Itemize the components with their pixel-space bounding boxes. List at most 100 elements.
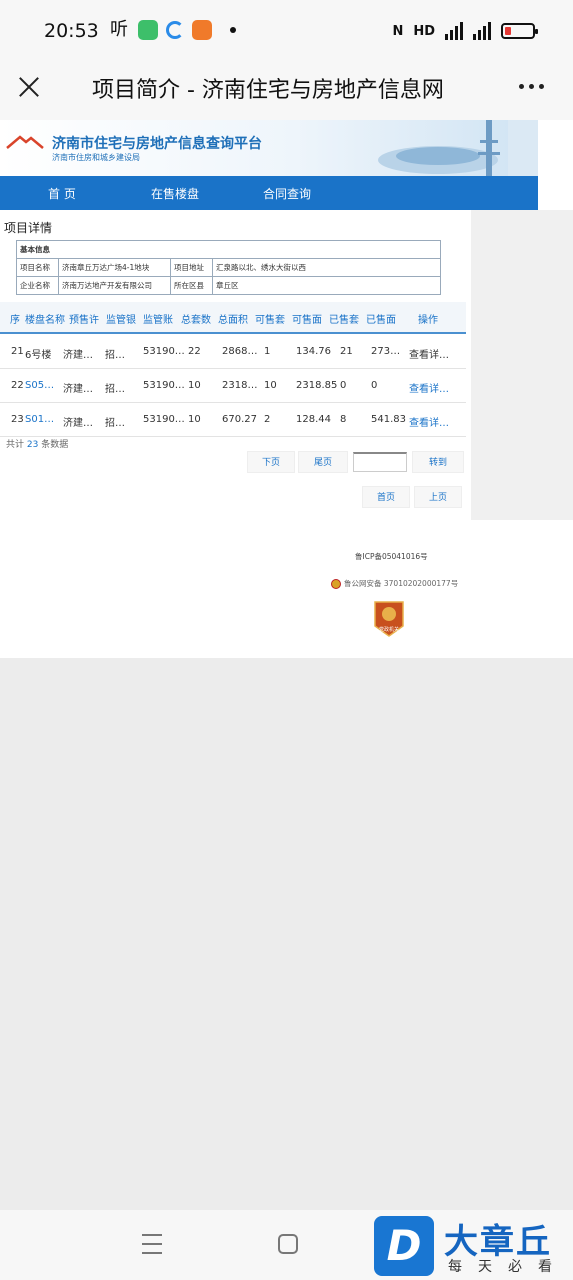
col-available-units: 可售套 xyxy=(255,315,285,326)
close-icon[interactable] xyxy=(14,72,44,102)
col-building-name: 楼盘名称 xyxy=(25,315,65,326)
site-nav: 首 页 在售楼盘 合同查询 xyxy=(0,176,538,210)
notification-icons: 听 xyxy=(108,20,236,40)
col-bank: 监管银 xyxy=(106,315,136,326)
project-address-value: 汇泉路以北、绣水大街以西 xyxy=(212,258,441,277)
cell-total-units: 10 xyxy=(188,380,201,391)
menu-icon[interactable] xyxy=(142,1234,162,1254)
cell-index: 23 xyxy=(11,414,24,425)
cell-total-area: 2318… xyxy=(222,380,258,391)
cell-bank: 招… xyxy=(105,384,125,395)
cell-building-name: 6号楼 xyxy=(25,350,52,361)
cell-sold-units: 21 xyxy=(340,346,353,357)
prev-page-button[interactable]: 上页 xyxy=(414,486,462,508)
cell-available-area: 134.76 xyxy=(296,346,331,357)
project-name-label: 项目名称 xyxy=(16,258,59,277)
col-total-area: 总面积 xyxy=(218,315,248,326)
page-right-margin xyxy=(471,210,573,520)
table-row: 22 S05… 济建… 招… 53190… 10 2318… 10 2318.8… xyxy=(0,369,466,403)
col-available-area: 可售面 xyxy=(292,315,322,326)
cell-available-units: 2 xyxy=(264,414,271,425)
battery-icon xyxy=(501,23,538,39)
last-page-button[interactable]: 尾页 xyxy=(298,451,348,473)
more-options-icon[interactable] xyxy=(519,76,547,96)
cell-sold-units: 8 xyxy=(340,414,347,425)
signal-2-icon xyxy=(473,22,491,40)
first-page-button[interactable]: 首页 xyxy=(362,486,410,508)
col-sold-units: 已售套 xyxy=(329,315,359,326)
cell-sold-area: 0 xyxy=(371,380,378,391)
company-name-value: 济南万达地产开发有限公司 xyxy=(58,276,171,295)
project-name-value: 济南章丘万达广场4-1地块 xyxy=(58,258,171,277)
nfc-icon: N xyxy=(392,23,404,39)
cell-index: 22 xyxy=(11,380,24,391)
view-detail-link[interactable]: 查看详… xyxy=(409,414,449,429)
basic-info-table: 基本信息 项目名称 济南章丘万达广场4-1地块 项目地址 汇泉路以北、绣水大街以… xyxy=(16,240,441,295)
signal-1-icon xyxy=(445,22,463,40)
cell-total-units: 10 xyxy=(188,414,201,425)
cell-available-area: 2318.85 xyxy=(296,380,338,391)
district-label: 所在区县 xyxy=(170,276,213,295)
total-count: 23 xyxy=(26,440,39,450)
total-suffix: 条数据 xyxy=(41,440,69,450)
ting-app-icon: 听 xyxy=(110,19,128,40)
project-address-label: 项目地址 xyxy=(170,258,213,277)
cell-available-units: 10 xyxy=(264,380,277,391)
hd-icon: HD xyxy=(413,23,435,39)
cell-total-units: 22 xyxy=(188,346,201,357)
status-time: 20:53 xyxy=(44,20,99,42)
cell-account: 53190… xyxy=(143,346,185,357)
page-jump-input[interactable] xyxy=(353,452,407,472)
cell-presale-permit: 济建… xyxy=(63,384,93,395)
police-emblem-icon xyxy=(331,578,341,589)
police-record-text: 鲁公网安备 37010202000177号 xyxy=(344,579,459,588)
col-presale-permit: 预售许 xyxy=(69,315,99,326)
view-detail-link[interactable]: 查看详… xyxy=(409,346,449,361)
total-prefix: 共计 xyxy=(6,440,25,450)
col-account: 监管账 xyxy=(143,315,173,326)
gov-badge-icon[interactable]: 党政机关 xyxy=(373,600,405,638)
col-index: 序 xyxy=(10,315,20,326)
goto-page-button[interactable]: 转到 xyxy=(412,451,464,473)
watermark-logo: D 大章丘 每天必看 xyxy=(368,1212,573,1278)
table-row: 23 S01… 济建… 招… 53190… 10 670.27 2 128.44… xyxy=(0,403,466,437)
watermark-letter: D xyxy=(374,1216,434,1276)
cell-account: 53190… xyxy=(143,380,185,391)
project-detail-title: 项目详情 xyxy=(4,221,53,235)
cell-sold-area: 273… xyxy=(371,346,401,357)
watermark-slogan: 每天必看 xyxy=(448,1259,568,1275)
cell-sold-area: 541.83 xyxy=(371,414,406,425)
stadium-banner-image xyxy=(378,120,538,176)
cell-available-units: 1 xyxy=(264,346,271,357)
site-header: 济南市住宅与房地产信息查询平台 济南市住房和城乡建设局 xyxy=(0,120,538,176)
nav-home[interactable]: 首 页 xyxy=(48,185,76,202)
page-title: 项目简介 - 济南住宅与房地产信息网 xyxy=(92,78,444,103)
more-notifications-dot-icon xyxy=(230,27,236,33)
cell-sold-units: 0 xyxy=(340,380,347,391)
cell-building-name-link[interactable]: S05… xyxy=(25,380,54,391)
home-icon[interactable] xyxy=(278,1234,298,1254)
view-detail-link[interactable]: 查看详… xyxy=(409,380,449,395)
police-record[interactable]: 鲁公网安备 37010202000177号 xyxy=(331,578,458,589)
cell-presale-permit: 济建… xyxy=(63,350,93,361)
table-row: 21 6号楼 济建… 招… 53190… 22 2868… 1 134.76 2… xyxy=(0,335,466,369)
cell-total-area: 670.27 xyxy=(222,414,257,425)
basic-info-heading: 基本信息 xyxy=(16,240,441,259)
cell-bank: 招… xyxy=(105,350,125,361)
col-total-units: 总套数 xyxy=(181,315,211,326)
system-icons: N HD xyxy=(392,22,538,40)
company-name-label: 企业名称 xyxy=(16,276,59,295)
col-action: 操作 xyxy=(418,315,438,326)
cell-account: 53190… xyxy=(143,414,185,425)
nav-contract-query[interactable]: 合同查询 xyxy=(263,185,311,202)
green-app-icon xyxy=(138,20,158,40)
nav-on-sale[interactable]: 在售楼盘 xyxy=(151,185,199,202)
col-sold-area: 已售面 xyxy=(366,315,396,326)
next-page-button[interactable]: 下页 xyxy=(247,451,295,473)
browser-title-bar: 项目简介 - 济南住宅与房地产信息网 xyxy=(0,62,573,120)
cell-building-name-link[interactable]: S01… xyxy=(25,414,54,425)
cell-bank: 招… xyxy=(105,418,125,429)
browser-app-icon xyxy=(166,21,184,39)
total-count-text: 共计 23 条数据 xyxy=(6,437,68,450)
icp-record[interactable]: 鲁ICP备05041016号 xyxy=(355,551,428,562)
